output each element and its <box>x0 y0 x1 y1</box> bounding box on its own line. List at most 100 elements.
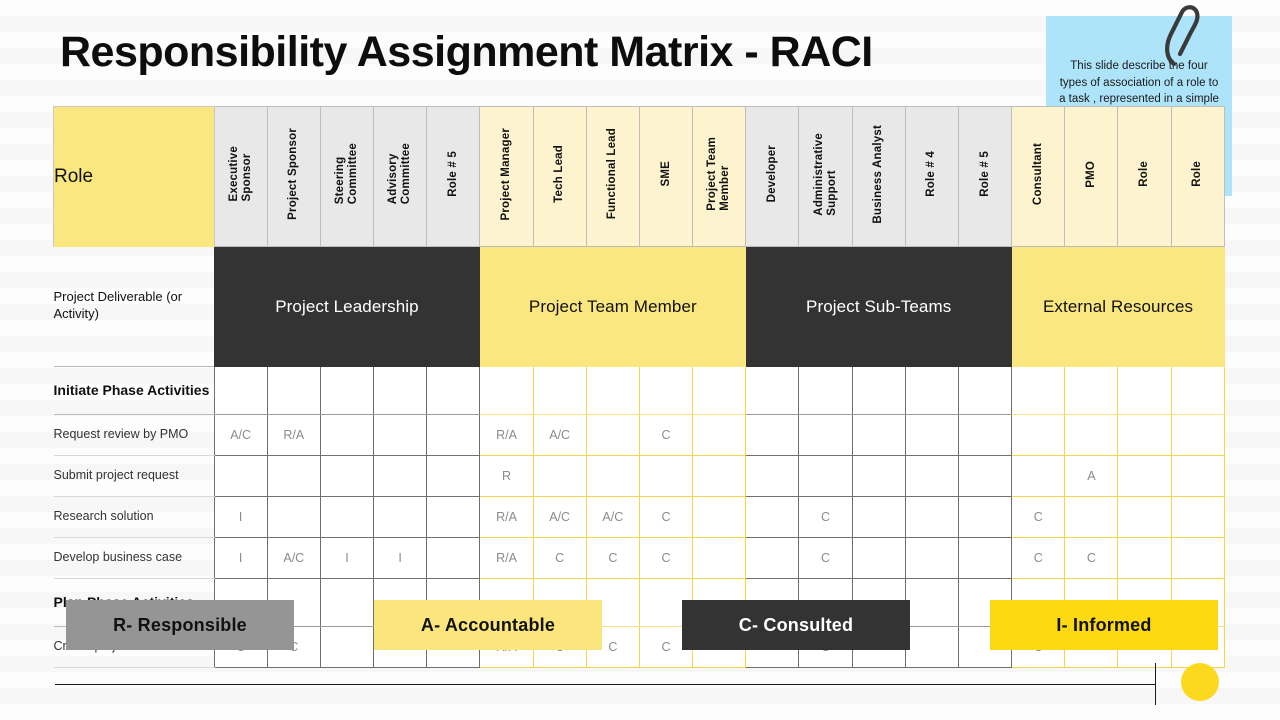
raci-cell[interactable] <box>851 496 906 538</box>
raci-cell[interactable] <box>798 414 853 456</box>
raci-cell[interactable] <box>745 455 800 497</box>
raci-cell[interactable]: C <box>638 537 694 579</box>
raci-cell[interactable]: A/C <box>532 414 587 456</box>
raci-cell[interactable] <box>692 414 747 456</box>
column-header-label: Developer <box>765 145 778 203</box>
raci-cell[interactable] <box>745 537 800 579</box>
raci-cell[interactable] <box>745 414 800 456</box>
raci-cell[interactable] <box>745 496 800 538</box>
raci-cell[interactable] <box>585 414 640 456</box>
raci-cell[interactable] <box>426 496 481 538</box>
raci-cell[interactable] <box>798 455 853 497</box>
raci-cell[interactable] <box>1170 414 1226 456</box>
raci-cell[interactable]: C <box>638 496 694 538</box>
raci-cell[interactable] <box>1117 496 1172 538</box>
raci-cell[interactable] <box>426 366 481 415</box>
raci-cell[interactable] <box>1011 414 1066 456</box>
raci-cell[interactable] <box>479 366 534 415</box>
raci-cell[interactable]: C <box>1064 537 1119 579</box>
column-header-6: Project Manager <box>479 106 534 247</box>
column-header-label: Role # 5 <box>978 151 991 197</box>
raci-cell[interactable] <box>692 537 747 579</box>
raci-cell[interactable] <box>904 366 959 415</box>
raci-cell[interactable] <box>957 496 1013 538</box>
raci-cell[interactable] <box>957 537 1013 579</box>
raci-cell[interactable] <box>373 414 428 456</box>
raci-cell[interactable]: C <box>1011 537 1066 579</box>
raci-cell[interactable] <box>638 366 694 415</box>
raci-cell[interactable] <box>426 414 481 456</box>
raci-cell[interactable]: R/A <box>479 537 534 579</box>
raci-cell[interactable]: I <box>213 496 268 538</box>
raci-cell[interactable] <box>373 366 428 415</box>
raci-cell[interactable] <box>532 455 587 497</box>
raci-cell[interactable] <box>692 366 747 415</box>
raci-cell[interactable] <box>266 366 321 415</box>
raci-cell[interactable] <box>904 537 959 579</box>
raci-cell[interactable] <box>692 455 747 497</box>
raci-cell[interactable]: A/C <box>585 496 640 538</box>
raci-cell[interactable]: I <box>373 537 428 579</box>
raci-cell[interactable] <box>319 496 375 538</box>
raci-cell[interactable] <box>798 366 853 415</box>
raci-cell[interactable]: A <box>1064 455 1119 497</box>
raci-cell[interactable]: A/C <box>213 414 268 456</box>
raci-cell[interactable]: C <box>1011 496 1066 538</box>
raci-cell[interactable]: C <box>638 414 694 456</box>
raci-cell[interactable] <box>904 455 959 497</box>
raci-cell[interactable] <box>1170 496 1226 538</box>
raci-cell[interactable] <box>319 455 375 497</box>
raci-cell[interactable] <box>1117 537 1172 579</box>
raci-cell[interactable] <box>692 496 747 538</box>
raci-cell[interactable] <box>1170 366 1226 415</box>
raci-cell[interactable] <box>904 496 959 538</box>
raci-cell[interactable] <box>373 496 428 538</box>
raci-cell[interactable] <box>1117 366 1172 415</box>
task-row-label: Submit project request <box>53 455 215 497</box>
raci-cell[interactable] <box>1064 496 1119 538</box>
raci-cell[interactable] <box>851 455 906 497</box>
raci-cell[interactable] <box>957 366 1013 415</box>
raci-cell[interactable]: I <box>319 537 375 579</box>
raci-cell[interactable] <box>957 455 1013 497</box>
raci-cell[interactable] <box>1170 455 1226 497</box>
raci-cell[interactable] <box>213 455 268 497</box>
raci-cell[interactable] <box>638 455 694 497</box>
raci-cell[interactable] <box>1117 414 1172 456</box>
raci-cell[interactable]: R/A <box>479 414 534 456</box>
raci-cell[interactable] <box>851 414 906 456</box>
raci-cell[interactable]: R/A <box>479 496 534 538</box>
raci-cell[interactable] <box>532 366 587 415</box>
raci-cell[interactable] <box>851 537 906 579</box>
raci-cell[interactable] <box>1170 537 1226 579</box>
raci-cell[interactable] <box>426 455 481 497</box>
raci-cell[interactable] <box>1011 366 1066 415</box>
column-header-1: Executive Sponsor <box>213 106 268 247</box>
raci-cell[interactable]: C <box>798 496 853 538</box>
raci-cell[interactable] <box>1117 455 1172 497</box>
raci-cell[interactable] <box>266 455 321 497</box>
raci-cell[interactable] <box>1011 455 1066 497</box>
raci-cell[interactable] <box>319 414 375 456</box>
raci-cell[interactable]: I <box>213 537 268 579</box>
raci-cell[interactable]: C <box>585 537 640 579</box>
raci-cell[interactable] <box>957 414 1013 456</box>
raci-cell[interactable] <box>426 537 481 579</box>
raci-cell[interactable]: A/C <box>266 537 321 579</box>
raci-cell[interactable] <box>851 366 906 415</box>
raci-cell[interactable]: C <box>532 537 587 579</box>
raci-cell[interactable] <box>585 455 640 497</box>
raci-cell[interactable] <box>1064 366 1119 415</box>
raci-cell[interactable]: R <box>479 455 534 497</box>
raci-cell[interactable] <box>745 366 800 415</box>
raci-cell[interactable]: A/C <box>532 496 587 538</box>
raci-cell[interactable] <box>319 366 375 415</box>
raci-cell[interactable]: C <box>798 537 853 579</box>
raci-cell[interactable] <box>904 414 959 456</box>
raci-cell[interactable]: R/A <box>266 414 321 456</box>
raci-cell[interactable] <box>213 366 268 415</box>
raci-cell[interactable] <box>373 455 428 497</box>
raci-cell[interactable] <box>585 366 640 415</box>
raci-cell[interactable] <box>1064 414 1119 456</box>
raci-cell[interactable] <box>266 496 321 538</box>
